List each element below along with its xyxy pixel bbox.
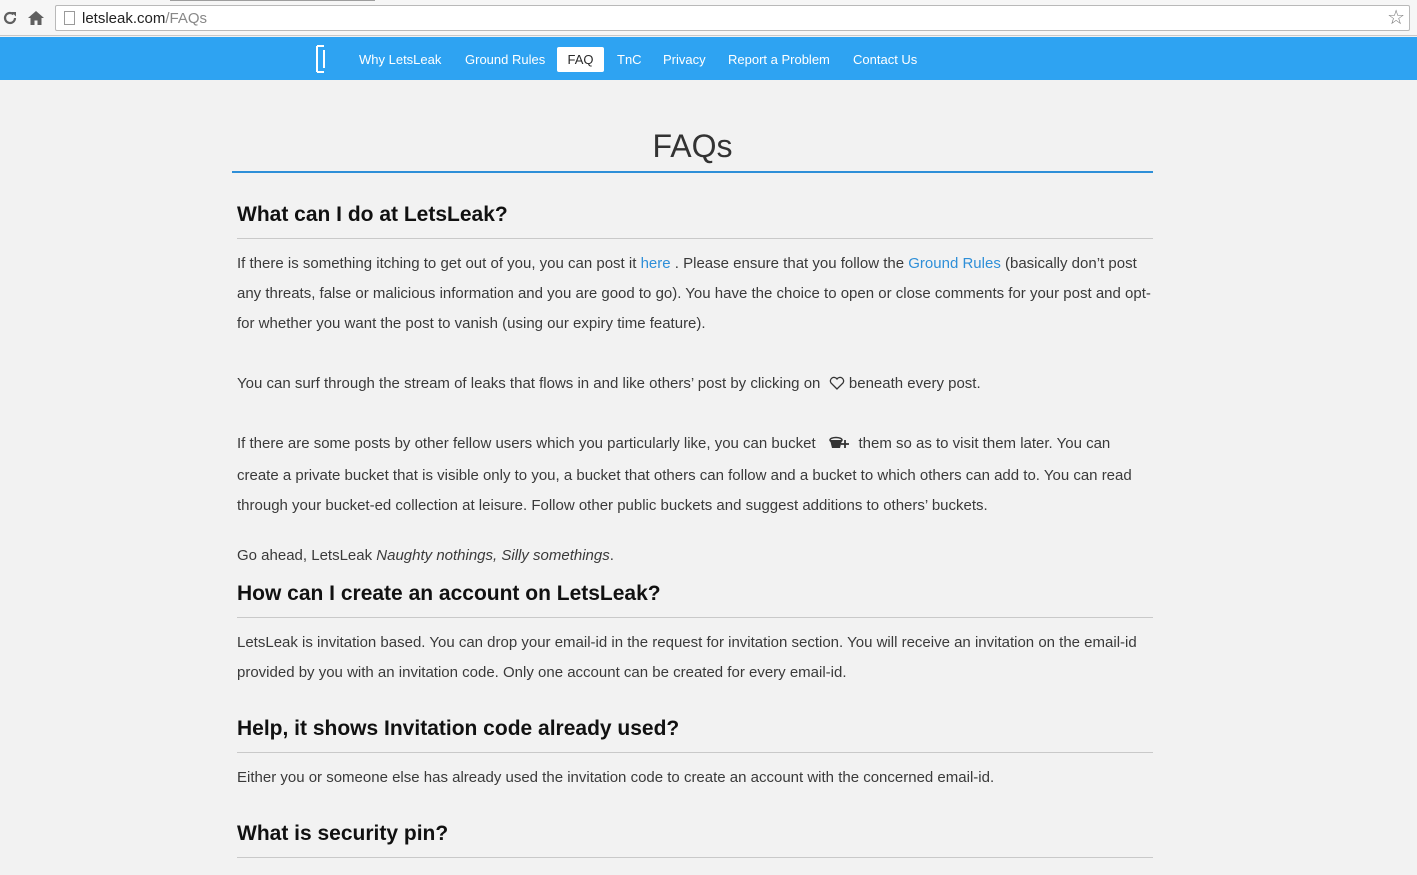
title-divider xyxy=(232,171,1153,173)
logo-icon[interactable] xyxy=(313,45,329,73)
faq-answer-paragraph: Either you or someone else has already u… xyxy=(237,769,995,786)
faq-heading-security-pin: What is security pin? xyxy=(237,822,449,845)
heading-divider xyxy=(237,752,1153,753)
browser-toolbar: letsleak.com/FAQs ☆ xyxy=(0,0,1417,36)
url-text[interactable]: letsleak.com/FAQs xyxy=(82,10,207,27)
star-icon[interactable]: ☆ xyxy=(1387,6,1405,30)
address-bar[interactable]: letsleak.com/FAQs ☆ xyxy=(55,5,1410,31)
nav-ground-rules[interactable]: Ground Rules xyxy=(457,47,553,72)
faq-answer-paragraph: Go ahead, LetsLeak Naughty nothings, Sil… xyxy=(237,541,1153,571)
tagline: Naughty nothings, Silly somethings xyxy=(376,547,610,564)
reload-icon[interactable] xyxy=(0,8,20,28)
ground-rules-link[interactable]: Ground Rules xyxy=(908,255,1001,272)
heading-divider xyxy=(237,857,1153,858)
faq-heading-invitation-used: Help, it shows Invitation code already u… xyxy=(237,717,680,740)
text: Go ahead, LetsLeak xyxy=(237,547,373,564)
site-navbar: Why LetsLeak Ground Rules FAQ TnC Privac… xyxy=(0,37,1417,80)
post-here-link[interactable]: here xyxy=(641,255,671,272)
nav-tnc[interactable]: TnC xyxy=(609,47,650,72)
heading-divider xyxy=(237,238,1153,239)
url-host: letsleak.com xyxy=(82,10,166,27)
page-icon xyxy=(64,11,75,25)
text: If there are some posts by other fellow … xyxy=(237,435,816,452)
nav-why-letsleak[interactable]: Why LetsLeak xyxy=(351,47,449,72)
nav-faq[interactable]: FAQ xyxy=(557,47,604,72)
nav-contact-us[interactable]: Contact Us xyxy=(845,47,925,72)
heading-divider xyxy=(237,617,1153,618)
faq-heading-create-account: How can I create an account on LetsLeak? xyxy=(237,582,661,605)
home-icon[interactable] xyxy=(26,8,46,28)
faq-answer-paragraph: If there is something itching to get out… xyxy=(237,249,1153,339)
nav-report-problem[interactable]: Report a Problem xyxy=(720,47,838,72)
heart-icon xyxy=(829,371,845,401)
text: If there is something itching to get out… xyxy=(237,255,637,272)
faq-heading-what-can-i-do: What can I do at LetsLeak? xyxy=(237,203,508,226)
text: beneath every post. xyxy=(848,375,981,392)
text: . xyxy=(609,547,614,564)
text: You can surf through the stream of leaks… xyxy=(237,375,821,392)
text: . Please ensure that you follow the xyxy=(674,255,905,272)
faq-answer-paragraph: If there are some posts by other fellow … xyxy=(237,429,1153,521)
nav-privacy[interactable]: Privacy xyxy=(655,47,714,72)
page-title: FAQs xyxy=(652,128,733,164)
url-path: /FAQs xyxy=(165,10,208,27)
faq-answer-paragraph: LetsLeak is invitation based. You can dr… xyxy=(237,634,1137,681)
tab-edge xyxy=(170,0,375,1)
bucket-add-icon xyxy=(828,431,850,461)
faq-answer-paragraph: You can surf through the stream of leaks… xyxy=(237,369,1153,401)
